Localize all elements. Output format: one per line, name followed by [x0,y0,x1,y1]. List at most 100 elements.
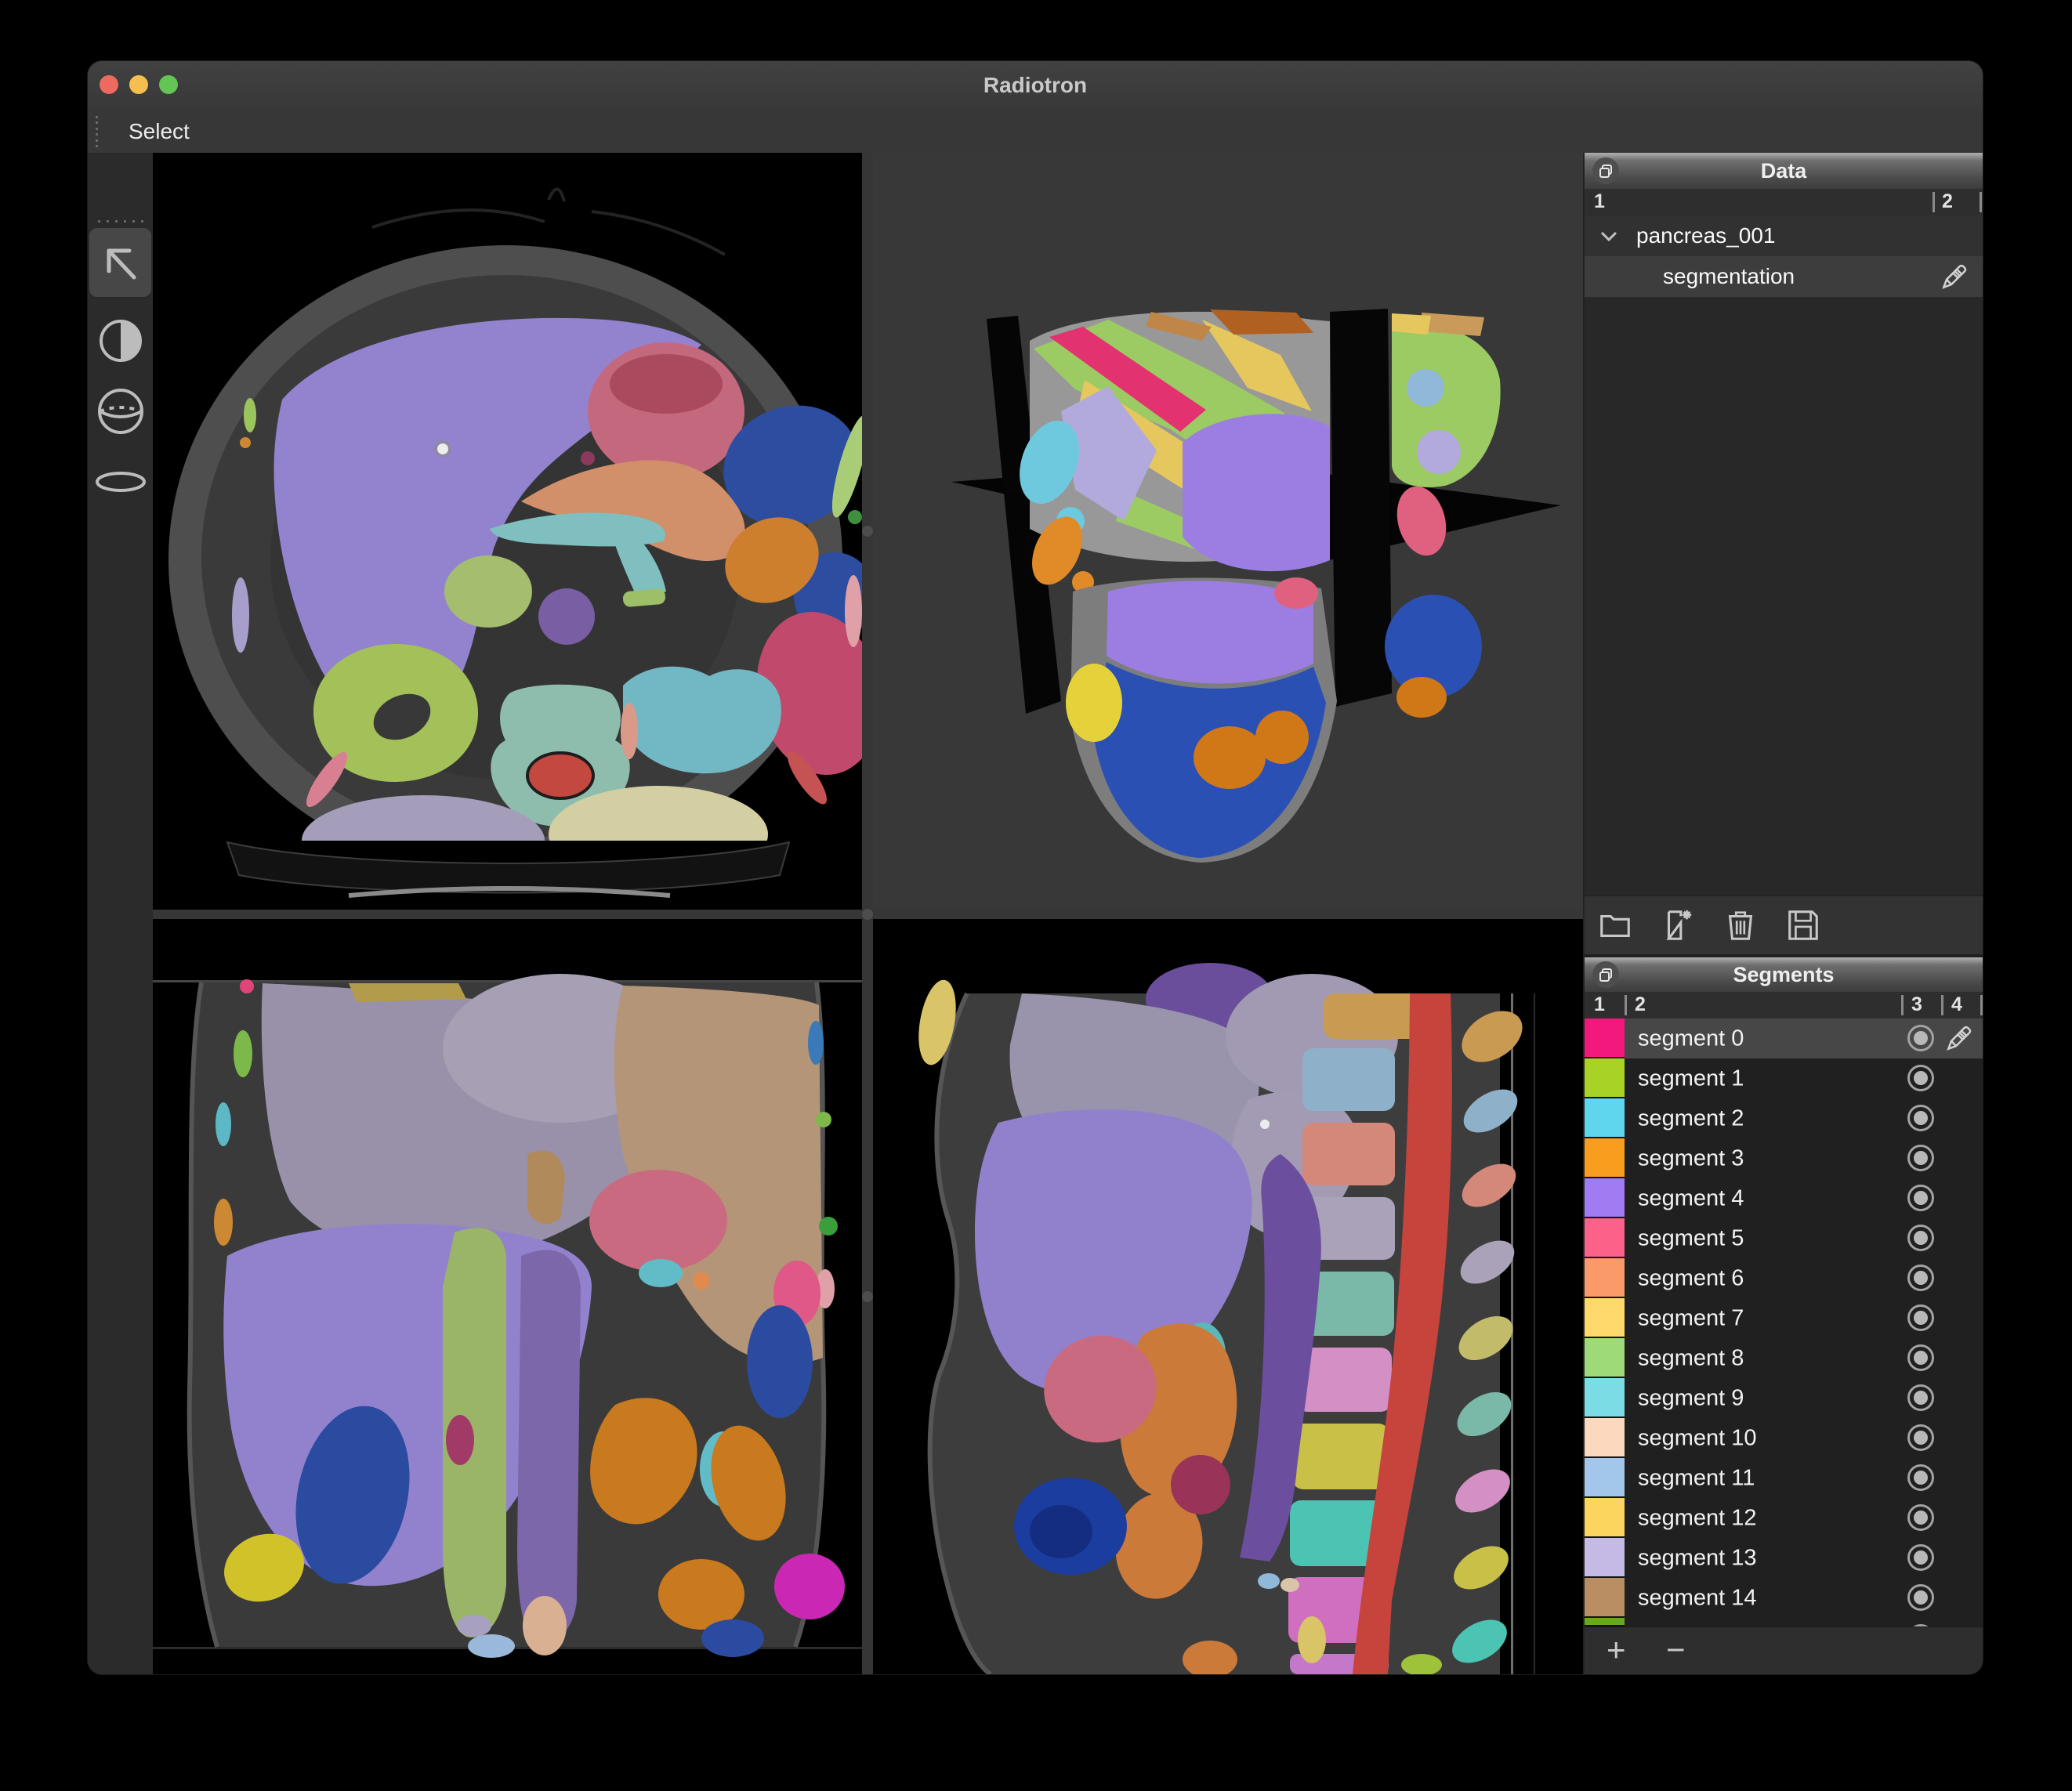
undock-icon[interactable] [1592,961,1619,988]
segment-color-swatch[interactable] [1585,1298,1625,1338]
segment-label: segment 7 [1638,1305,1744,1331]
segment-visibility-radio[interactable] [1907,1544,1934,1571]
edit-pencil-icon[interactable] [1943,1024,1973,1054]
segment-label: segment 3 [1638,1145,1744,1171]
segment-row[interactable]: segment 10 [1585,1418,1983,1458]
threed-viewport[interactable] [873,153,1583,910]
segment-row[interactable]: segment 7 [1585,1298,1983,1338]
splitter-handle-dot[interactable] [862,909,873,920]
undock-icon[interactable] [1592,157,1619,184]
segment-visibility-radio[interactable] [1907,1344,1934,1371]
toolbar-drag-handle[interactable] [98,220,143,223]
segment-visibility-radio[interactable] [1907,1464,1934,1491]
trash-icon[interactable] [1722,907,1759,943]
segment-visibility-radio[interactable] [1907,1584,1934,1611]
select-arrow-icon [100,241,142,284]
segment-label: segment 14 [1638,1585,1757,1611]
save-icon[interactable] [1785,907,1821,943]
segment-visibility-radio-dot [1914,1391,1928,1405]
segment-row[interactable]: segment 2 [1585,1098,1983,1138]
segment-label: segment 5 [1638,1225,1744,1251]
segment-row[interactable]: segment 8 [1585,1338,1983,1378]
splitter-handle-dot[interactable] [862,526,873,537]
segment-color-swatch[interactable] [1585,1498,1625,1538]
segment-list: segment 0 segment 1 segment 2 segment 3 seg… [1585,1019,1983,1626]
new-file-icon[interactable] [1660,907,1696,943]
segment-visibility-radio[interactable] [1907,1504,1934,1531]
app-window: Radiotron Select [88,61,1983,1674]
segment-color-swatch[interactable] [1585,1058,1625,1098]
add-segment-button[interactable]: + [1607,1627,1626,1674]
segment-color-swatch[interactable] [1585,1098,1625,1138]
data-panel-header[interactable]: Data [1585,153,1983,190]
segment-visibility-radio-dot [1914,1071,1928,1085]
segment-visibility-radio[interactable] [1907,1105,1934,1131]
segment-visibility-radio-dot [1914,1431,1928,1445]
menu-item-select[interactable]: Select [119,110,199,153]
sagittal-viewport[interactable] [873,919,1583,1674]
segment-row[interactable]: segment 12 [1585,1498,1983,1538]
segment-visibility-radio[interactable] [1907,1065,1934,1091]
segment-color-swatch[interactable] [1585,1538,1625,1578]
tree-row-pancreas-001[interactable]: pancreas_001 [1585,215,1983,256]
viewport-grid [153,153,1583,1674]
segment-color-swatch[interactable] [1585,1019,1625,1058]
select-arrow-tool-button[interactable] [89,228,151,297]
segment-color-swatch[interactable] [1585,1258,1625,1298]
segment-row[interactable]: segment 14 [1585,1578,1983,1618]
contrast-icon [97,317,144,364]
minimize-traffic-light[interactable] [129,75,148,94]
segment-label: segment 13 [1638,1545,1757,1571]
segment-row[interactable]: segment 13 [1585,1538,1983,1578]
segment-row[interactable]: segment 5 [1585,1218,1983,1258]
tree-row-segmentation[interactable]: segmentation [1585,256,1983,297]
segment-row[interactable]: segment 3 [1585,1138,1983,1178]
close-traffic-light[interactable] [100,75,118,94]
segment-visibility-radio[interactable] [1907,1384,1934,1411]
seg-col-4: 4 [1951,993,1962,1016]
segment-color-swatch[interactable] [1585,1178,1625,1218]
segment-color-swatch[interactable] [1585,1138,1625,1178]
threed-render-image [873,153,1583,910]
segment-row[interactable]: segment 4 [1585,1178,1983,1218]
segment-visibility-radio[interactable] [1907,1025,1934,1051]
segment-color-swatch[interactable] [1585,1418,1625,1458]
splitter-handle-dot[interactable] [862,1291,873,1302]
segment-color-swatch[interactable] [1585,1578,1625,1618]
segment-color-swatch[interactable] [1585,1458,1625,1498]
segment-row[interactable]: segment 1 [1585,1058,1983,1098]
segment-label: segment 9 [1638,1385,1744,1411]
chevron-down-icon[interactable] [1599,229,1619,243]
segment-row[interactable]: segment 6 [1585,1258,1983,1298]
zoom-traffic-light[interactable] [159,75,178,94]
contrast-tool-button[interactable] [89,306,151,375]
segment-color-swatch[interactable] [1585,1338,1625,1378]
segment-color-swatch[interactable] [1585,1218,1625,1258]
axial-viewport[interactable] [153,153,862,910]
segment-row[interactable]: segment 0 [1585,1019,1983,1058]
sphere-tool-button[interactable] [89,377,151,446]
remove-segment-button[interactable]: − [1666,1627,1686,1674]
edit-pencil-icon[interactable] [1939,262,1969,292]
segment-row-partial[interactable] [1585,1618,1983,1626]
segment-visibility-radio[interactable] [1907,1185,1934,1211]
segment-visibility-radio[interactable] [1907,1265,1934,1291]
segment-visibility-radio[interactable] [1907,1145,1934,1171]
segment-label: segment 2 [1638,1105,1744,1131]
segment-color-swatch[interactable] [1585,1378,1625,1418]
segment-row[interactable]: segment 11 [1585,1458,1983,1498]
segment-visibility-radio-dot [1914,1550,1928,1565]
coronal-viewport[interactable] [153,919,862,1674]
segment-visibility-radio[interactable] [1907,1225,1934,1251]
segment-row[interactable]: segment 9 [1585,1378,1983,1418]
tool-palette [88,153,154,1674]
segment-visibility-radio[interactable] [1907,1424,1934,1451]
segment-visibility-radio[interactable] [1907,1304,1934,1331]
menu-drag-handle[interactable] [96,116,99,147]
segment-visibility-radio-dot [1914,1471,1928,1485]
ellipse-tool-button[interactable] [89,447,151,516]
segments-panel-header[interactable]: Segments [1585,957,1983,993]
title-bar[interactable]: Radiotron [88,61,1983,110]
open-folder-icon[interactable] [1597,907,1633,943]
segment-color-swatch[interactable] [1585,1618,1625,1626]
